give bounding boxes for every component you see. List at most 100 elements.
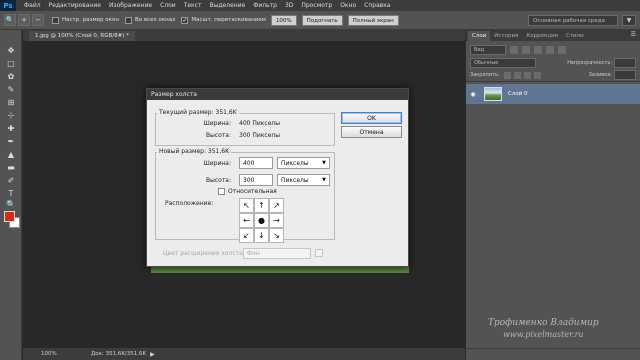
brush-tool-icon[interactable]: ✒	[5, 137, 17, 147]
all-windows-box[interactable]	[124, 16, 132, 24]
menu-bar: Ps Файл Редактирование Изображение Слои …	[0, 0, 640, 11]
resize-windows-checkbox[interactable]: Настр. размер окон	[52, 16, 119, 24]
workspace-select[interactable]: Основная рабочая среда	[528, 15, 618, 26]
zoom-in-icon[interactable]: +	[18, 14, 30, 26]
current-width-value: 400 Пикселы	[239, 120, 280, 127]
type-tool-icon[interactable]: T	[5, 189, 17, 199]
tools-panel: ✥ □ ✿ ✎ ⊞ ⊹ ✚ ✒ ▲ ▬ ✐ T 🔍	[0, 30, 22, 360]
zoom-out-icon[interactable]: −	[32, 14, 44, 26]
document-tab[interactable]: 1.jpg @ 100% (Слой 0, RGB/8#) *	[29, 31, 135, 41]
lock-pixels-icon[interactable]	[513, 71, 521, 79]
lock-transparency-icon[interactable]	[503, 71, 511, 79]
menu-view[interactable]: Просмотр	[297, 0, 336, 11]
height-input[interactable]: 300	[239, 174, 273, 186]
menu-help[interactable]: Справка	[360, 0, 394, 11]
panel-tabs: Слои История Коррекция Стили	[466, 30, 640, 41]
document-info: Док: 351,6K/351,6K	[91, 351, 147, 357]
width-input[interactable]: 400	[239, 157, 273, 169]
filter-kind-select[interactable]: Вид	[470, 44, 506, 55]
tab-layers[interactable]: Слои	[468, 31, 491, 41]
blend-mode-select[interactable]: Обычные	[470, 57, 536, 68]
zoom-tool-icon[interactable]: 🔍	[5, 200, 17, 210]
healing-tool-icon[interactable]: ✚	[5, 124, 17, 134]
smart-object-filter-icon[interactable]	[558, 45, 566, 54]
menu-layers[interactable]: Слои	[156, 0, 180, 11]
status-bar: 100% Док: 351,6K/351,6K ▶	[23, 348, 465, 360]
scrubby-zoom-box[interactable]: ✓	[181, 16, 189, 24]
clone-stamp-tool-icon[interactable]: ▲	[5, 150, 17, 160]
eyedropper-tool-icon[interactable]: ⊹	[5, 111, 17, 121]
tab-history[interactable]: История	[490, 31, 522, 41]
lock-position-icon[interactable]	[523, 71, 531, 79]
extension-color-select[interactable]: Фон	[243, 248, 311, 259]
menu-3d[interactable]: 3D	[281, 0, 297, 11]
quick-select-tool-icon[interactable]: ✎	[5, 85, 17, 95]
crop-tool-icon[interactable]: ⊞	[5, 98, 17, 108]
marquee-tool-icon[interactable]: □	[5, 59, 17, 69]
eye-icon[interactable]: ◉	[466, 91, 480, 98]
full-screen-button[interactable]: Полный экран	[347, 14, 399, 26]
resize-windows-label: Настр. размер окон	[62, 17, 119, 23]
dialog-title: Размер холста	[147, 89, 408, 100]
scrubby-zoom-checkbox[interactable]: ✓ Масшт. перетаскиванием	[181, 16, 266, 24]
foreground-color-swatch[interactable]	[4, 211, 15, 222]
current-size-group	[155, 113, 335, 146]
menu-type[interactable]: Текст	[180, 0, 206, 11]
anchor-bottom-left-icon[interactable]: ↙	[239, 228, 254, 243]
zoom-100-button[interactable]: 100%	[270, 14, 297, 26]
extension-color-swatch[interactable]	[315, 249, 323, 257]
panel-menu-icon[interactable]: ☰	[631, 31, 636, 38]
layers-panel: Слои История Коррекция Стили ☰ Вид Обычн…	[466, 30, 640, 360]
height-unit-select[interactable]: Пикселы ▼	[277, 174, 330, 186]
anchor-top-left-icon[interactable]: ↖	[239, 198, 254, 213]
current-size-label: Текущий размер: 351,6K	[157, 109, 239, 116]
height-label: Высота:	[205, 177, 231, 184]
anchor-top-right-icon[interactable]: ↗	[269, 198, 284, 213]
resize-windows-box[interactable]	[52, 16, 59, 24]
relative-checkbox[interactable]	[218, 188, 225, 195]
pen-tool-icon[interactable]: ✐	[5, 176, 17, 186]
chevron-down-icon[interactable]: ▼	[622, 15, 636, 26]
anchor-left-icon[interactable]: ←	[239, 213, 254, 228]
watermark-url: www.pixelmaster.ru	[503, 330, 584, 339]
move-tool-icon[interactable]: ✥	[5, 46, 17, 56]
anchor-right-icon[interactable]: →	[269, 213, 284, 228]
menu-image[interactable]: Изображение	[105, 0, 156, 11]
menu-select[interactable]: Выделение	[205, 0, 249, 11]
layers-panel-footer	[466, 348, 640, 360]
ok-button[interactable]: OK	[341, 112, 402, 124]
anchor-bottom-right-icon[interactable]: ↘	[269, 228, 284, 243]
anchor-bottom-icon[interactable]: ↓	[254, 228, 269, 243]
tab-adjustments[interactable]: Коррекция	[522, 31, 562, 41]
blend-row: Обычные Непрозрачность:	[466, 56, 640, 69]
anchor-center-icon[interactable]: ●	[254, 213, 269, 228]
status-arrow-icon[interactable]: ▶	[150, 351, 155, 358]
eraser-tool-icon[interactable]: ▬	[5, 163, 17, 173]
anchor-top-icon[interactable]: ↑	[254, 198, 269, 213]
fit-screen-button[interactable]: Подогнать	[301, 14, 343, 26]
opacity-field[interactable]	[614, 57, 636, 68]
zoom-tool-preset-icon[interactable]: 🔍	[4, 14, 16, 26]
fill-field[interactable]	[614, 70, 636, 80]
extension-color-label: Цвет расширения холста:	[163, 250, 245, 257]
canvas-size-dialog: Размер холста Текущий размер: 351,6K Шир…	[146, 88, 409, 267]
menu-file[interactable]: Файл	[20, 0, 45, 11]
shape-filter-icon[interactable]	[546, 45, 554, 54]
cancel-button[interactable]: Отмена	[341, 126, 402, 138]
menu-window[interactable]: Окно	[336, 0, 360, 11]
options-bar: 🔍 + − Настр. размер окон Во всех окнах ✓…	[0, 11, 640, 30]
type-filter-icon[interactable]	[534, 45, 542, 54]
layer-row[interactable]: ◉ Слой 0	[466, 84, 640, 104]
menu-filter[interactable]: Фильтр	[249, 0, 281, 11]
zoom-level[interactable]: 100%	[23, 351, 87, 357]
layer-name[interactable]: Слой 0	[508, 91, 528, 97]
menu-edit[interactable]: Редактирование	[45, 0, 105, 11]
all-windows-checkbox[interactable]: Во всех окнах	[124, 16, 175, 24]
tab-styles[interactable]: Стили	[562, 31, 588, 41]
layer-thumbnail[interactable]	[484, 87, 502, 101]
lock-all-icon[interactable]	[533, 71, 541, 79]
lasso-tool-icon[interactable]: ✿	[5, 72, 17, 82]
adjustment-filter-icon[interactable]	[522, 45, 530, 54]
width-unit-select[interactable]: Пикселы ▼	[277, 157, 330, 169]
pixel-filter-icon[interactable]	[510, 45, 518, 54]
